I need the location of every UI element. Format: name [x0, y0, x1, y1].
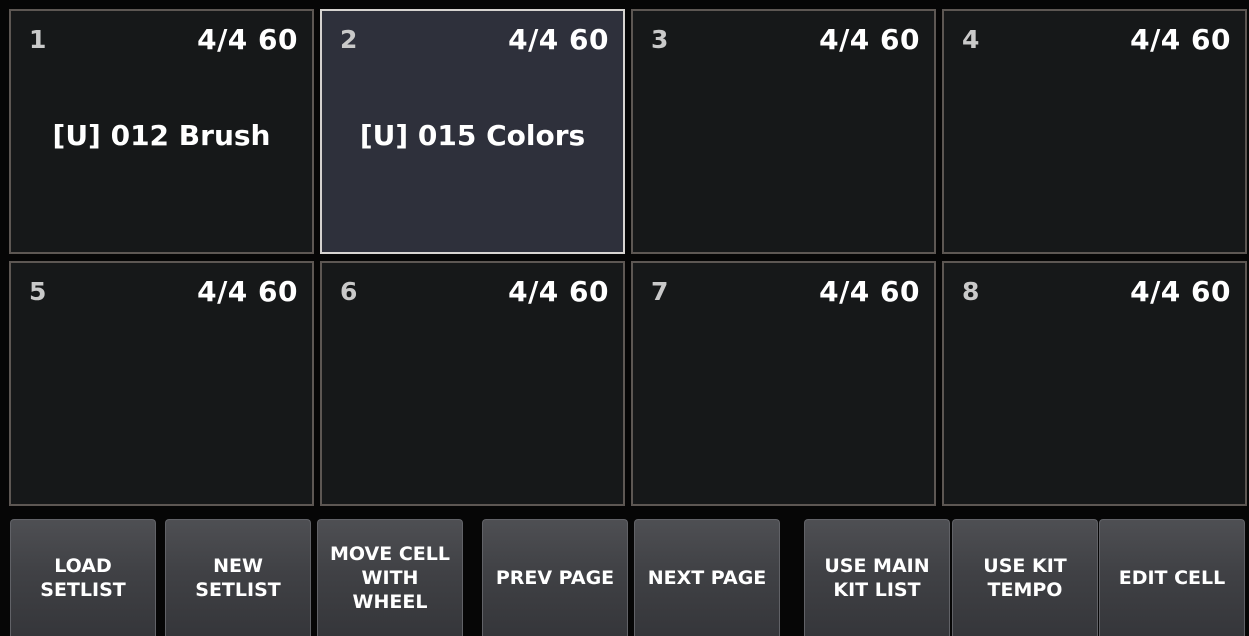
cell-number: 5 — [29, 277, 47, 306]
move-cell-with-wheel-button[interactable]: MOVE CELL WITH WHEEL — [317, 519, 463, 636]
cell-number: 2 — [340, 25, 358, 54]
cell-number: 7 — [651, 277, 669, 306]
cell-time-signature-tempo: 4/4 60 — [197, 275, 298, 308]
cell-time-signature-tempo: 4/4 60 — [1130, 23, 1231, 56]
cell-time-signature-tempo: 4/4 60 — [1130, 275, 1231, 308]
cell-time-signature-tempo: 4/4 60 — [819, 275, 920, 308]
cell-number: 8 — [962, 277, 980, 306]
cell-number: 1 — [29, 25, 47, 54]
use-kit-tempo-button[interactable]: USE KIT TEMPO — [952, 519, 1098, 636]
cell-kit-name: [U] 015 Colors — [359, 119, 586, 152]
setlist-cell-3[interactable]: 3 4/4 60 — [631, 9, 936, 254]
use-main-kit-list-button[interactable]: USE MAIN KIT LIST — [804, 519, 950, 636]
cell-time-signature-tempo: 4/4 60 — [508, 275, 609, 308]
load-setlist-button[interactable]: LOAD SETLIST — [10, 519, 156, 636]
new-setlist-button[interactable]: NEW SETLIST — [165, 519, 311, 636]
edit-cell-button[interactable]: EDIT CELL — [1099, 519, 1245, 636]
next-page-button[interactable]: NEXT PAGE — [634, 519, 780, 636]
cell-time-signature-tempo: 4/4 60 — [819, 23, 920, 56]
cell-time-signature-tempo: 4/4 60 — [197, 23, 298, 56]
setlist-cell-4[interactable]: 4 4/4 60 — [942, 9, 1247, 254]
cell-time-signature-tempo: 4/4 60 — [508, 23, 609, 56]
cell-kit-name: [U] 012 Brush — [52, 119, 271, 152]
setlist-cell-1[interactable]: 1 4/4 60 [U] 012 Brush — [9, 9, 314, 254]
setlist-cell-2[interactable]: 2 4/4 60 [U] 015 Colors — [320, 9, 625, 254]
cell-number: 6 — [340, 277, 358, 306]
setlist-cell-8[interactable]: 8 4/4 60 — [942, 261, 1247, 506]
setlist-cell-6[interactable]: 6 4/4 60 — [320, 261, 625, 506]
setlist-cell-grid: 1 4/4 60 [U] 012 Brush 2 4/4 60 [U] 015 … — [0, 0, 1249, 512]
cell-number: 4 — [962, 25, 980, 54]
prev-page-button[interactable]: PREV PAGE — [482, 519, 628, 636]
cell-number: 3 — [651, 25, 669, 54]
setlist-cell-7[interactable]: 7 4/4 60 — [631, 261, 936, 506]
setlist-cell-5[interactable]: 5 4/4 60 — [9, 261, 314, 506]
